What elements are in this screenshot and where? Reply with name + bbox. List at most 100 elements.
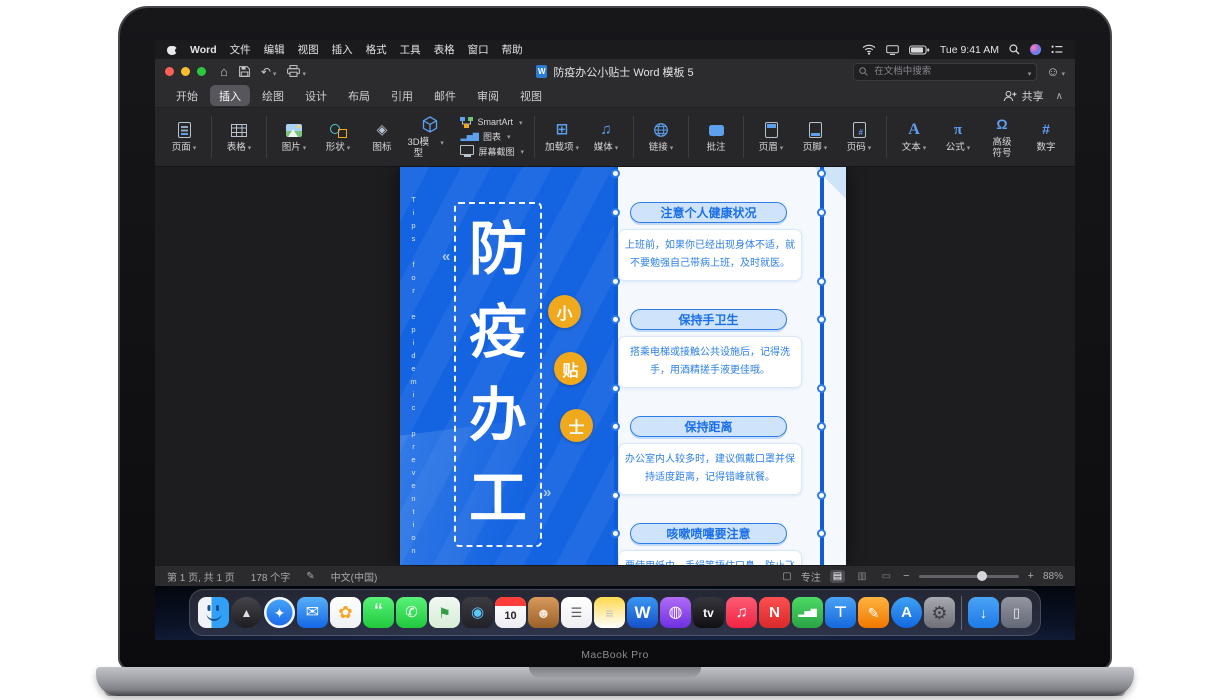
share-button[interactable]: 共享	[1003, 88, 1044, 104]
tab-insert[interactable]: 插入	[210, 85, 250, 106]
ribbon-button-screenshot[interactable]: 屏幕截图	[460, 145, 524, 158]
ribbon-button-addins[interactable]: 加载项	[541, 117, 583, 157]
ribbon-button-3d-model[interactable]: 3D模型	[405, 112, 454, 163]
dock-item-reminders[interactable]: ☰	[561, 597, 592, 628]
dock-item-safari[interactable]: ✦	[264, 597, 295, 628]
wifi-icon[interactable]	[862, 44, 876, 55]
dock-item-music[interactable]: ♫	[726, 597, 757, 628]
menu-app-name[interactable]: Word	[190, 44, 217, 56]
dock-item-messages[interactable]: “	[363, 597, 394, 628]
dock-item-word[interactable]: W	[627, 597, 658, 628]
dock-item-downloads[interactable]: ↓	[968, 597, 999, 628]
ribbon-button-picture[interactable]: 图片	[273, 117, 315, 157]
menu-item-help[interactable]: 帮助	[502, 42, 523, 57]
tab-design[interactable]: 设计	[296, 85, 336, 106]
word-count[interactable]: 178 个字	[251, 569, 290, 584]
ribbon-button-number[interactable]: 数字	[1025, 117, 1067, 157]
dock-item-facetime[interactable]: ✆	[396, 597, 427, 628]
ribbon-button-links[interactable]: 链接	[640, 117, 682, 157]
dock-item-news[interactable]: N	[759, 597, 790, 628]
ribbon-button-footer[interactable]: 页脚	[794, 117, 836, 157]
ribbon-button-media[interactable]: 媒体	[585, 117, 627, 157]
tab-draw[interactable]: 绘图	[253, 85, 293, 106]
home-icon[interactable]	[220, 63, 228, 81]
ribbon-button-page-number[interactable]: 页码	[838, 117, 880, 157]
search-box[interactable]	[853, 63, 1037, 81]
zoom-out-button[interactable]	[903, 570, 909, 582]
tab-references[interactable]: 引用	[382, 85, 422, 106]
minimize-window-button[interactable]	[181, 67, 190, 76]
dock-item-trash[interactable]: ▯	[1001, 597, 1032, 628]
print-layout-view-button[interactable]	[830, 570, 845, 583]
tab-home[interactable]: 开始	[167, 85, 207, 106]
ribbon-button-header[interactable]: 页眉	[750, 117, 792, 157]
dock-item-maps[interactable]: ⚑	[429, 597, 460, 628]
close-window-button[interactable]	[165, 67, 174, 76]
menu-item-insert[interactable]: 插入	[332, 42, 353, 57]
tab-view[interactable]: 视图	[511, 85, 551, 106]
zoom-percentage[interactable]: 88%	[1043, 571, 1063, 582]
focus-mode-icon[interactable]	[782, 571, 791, 582]
menu-item-tools[interactable]: 工具	[400, 42, 421, 57]
dock-item-photos[interactable]: ✿	[330, 597, 361, 628]
dock-item-notes[interactable]: ≡	[594, 597, 625, 628]
menu-item-window[interactable]: 窗口	[468, 42, 489, 57]
dock-item-photo-booth[interactable]: ◉	[462, 597, 493, 628]
dock-item-launchpad[interactable]: ▲	[231, 597, 262, 628]
document-search-input[interactable]	[872, 65, 1021, 78]
control-center-icon[interactable]	[1051, 45, 1063, 54]
focus-mode-label[interactable]: 专注	[801, 569, 821, 584]
dock-item-keynote[interactable]: ⊤	[825, 597, 856, 628]
document-canvas[interactable]: Tips for epidemic prevention 防 疫 办 工 小 贴…	[155, 167, 1075, 565]
save-icon[interactable]	[239, 66, 250, 77]
zoom-slider[interactable]	[919, 575, 1019, 578]
smartart-icon	[460, 117, 473, 128]
dock-item-finder[interactable]	[198, 597, 229, 628]
menu-item-format[interactable]: 格式	[366, 42, 387, 57]
tab-review[interactable]: 审阅	[468, 85, 508, 106]
ribbon-button-pages[interactable]: 页面	[163, 117, 205, 157]
dock-item-pages[interactable]: ✎	[858, 597, 889, 628]
undo-button[interactable]	[261, 63, 277, 81]
zoom-window-button[interactable]	[197, 67, 206, 76]
ribbon-button-comment[interactable]: 批注	[695, 117, 737, 157]
dock-item-settings[interactable]: ⚙	[924, 597, 955, 628]
dock-item-calendar[interactable]: 10	[495, 597, 526, 628]
ribbon-button-table[interactable]: 表格	[218, 117, 260, 157]
ribbon-button-smartart[interactable]: SmartArt	[460, 117, 524, 128]
collapse-ribbon-icon[interactable]	[1056, 90, 1063, 102]
feedback-smiley-button[interactable]	[1046, 63, 1065, 81]
language-indicator[interactable]: 中文(中国)	[331, 569, 378, 584]
ribbon-button-advanced-symbol[interactable]: 高级符号	[981, 112, 1023, 163]
zoom-in-button[interactable]	[1028, 570, 1034, 582]
read-mode-view-button[interactable]	[879, 570, 894, 583]
proofing-icon[interactable]	[306, 571, 314, 582]
dock-item-contacts[interactable]: ☻	[528, 597, 559, 628]
apple-menu-icon[interactable]	[167, 44, 177, 55]
ribbon-button-equation[interactable]: 公式	[937, 117, 979, 157]
dock-item-app-store[interactable]: A	[891, 597, 922, 628]
search-scope-dropdown-icon[interactable]	[1026, 63, 1032, 81]
menu-item-view[interactable]: 视图	[298, 42, 319, 57]
siri-icon[interactable]	[1030, 44, 1041, 55]
tab-layout[interactable]: 布局	[339, 85, 379, 106]
ribbon-button-shapes[interactable]: 形状	[317, 117, 359, 157]
dock-item-mail[interactable]: ✉	[297, 597, 328, 628]
display-mirroring-icon[interactable]	[886, 45, 899, 55]
tab-mailings[interactable]: 邮件	[425, 85, 465, 106]
menu-item-edit[interactable]: 编辑	[264, 42, 285, 57]
ribbon-button-icons[interactable]: 图标	[361, 117, 403, 157]
spotlight-icon[interactable]	[1009, 44, 1020, 55]
menu-item-table[interactable]: 表格	[434, 42, 455, 57]
web-layout-view-button[interactable]	[854, 570, 869, 583]
menu-item-file[interactable]: 文件	[230, 42, 251, 57]
dock-item-numbers[interactable]: ▂▅▇	[792, 597, 823, 628]
page-indicator[interactable]: 第 1 页, 共 1 页	[167, 569, 235, 584]
menubar-clock[interactable]: Tue 9:41 AM	[940, 44, 999, 56]
dock-item-podcasts[interactable]: ◍	[660, 597, 691, 628]
ribbon-button-chart[interactable]: 图表	[460, 130, 524, 143]
dock-item-tv[interactable]: tv	[693, 597, 724, 628]
ribbon-button-text-box[interactable]: 文本	[893, 117, 935, 157]
zoom-slider-thumb[interactable]	[977, 571, 987, 581]
print-button[interactable]	[287, 63, 306, 81]
